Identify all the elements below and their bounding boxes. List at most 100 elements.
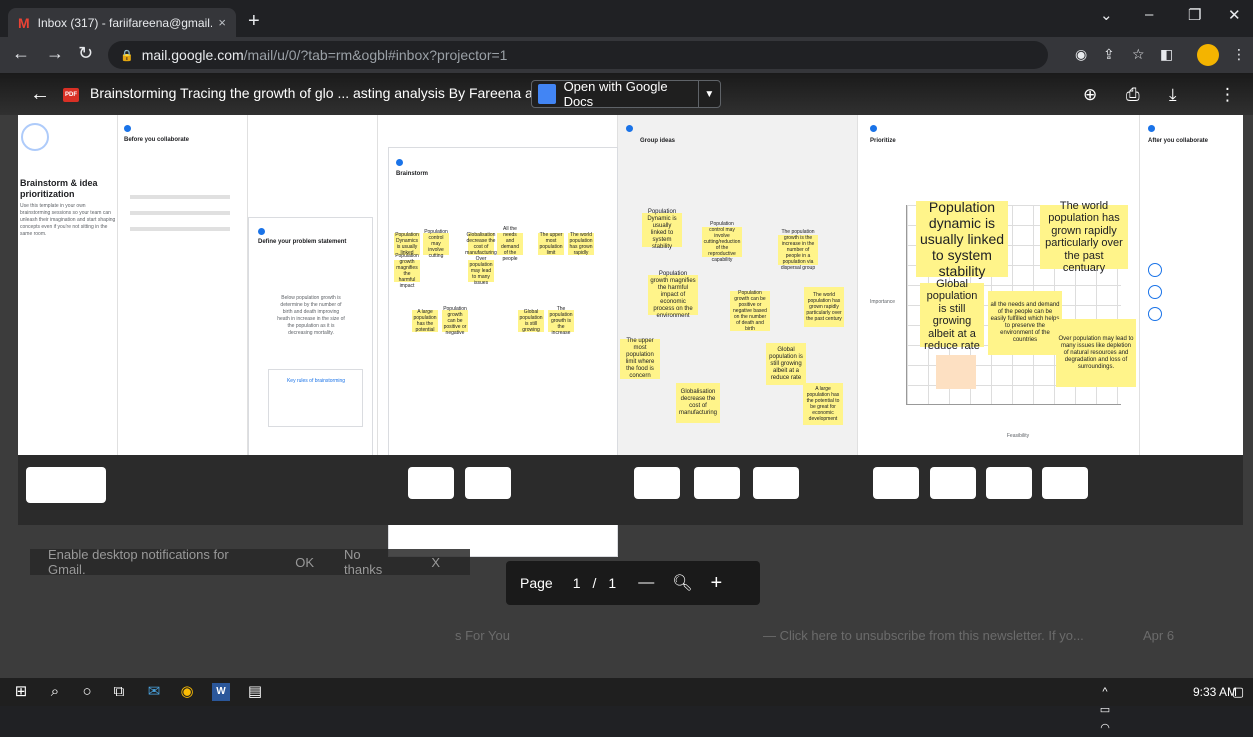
- print-icon[interactable]: ⎙: [1126, 85, 1140, 105]
- mail-icon[interactable]: ✉: [145, 683, 163, 701]
- eye-icon[interactable]: ◉: [1075, 46, 1087, 63]
- sticky-note: Population dynamic is usually linked to …: [916, 199, 1008, 279]
- bookmark-star-icon[interactable]: ☆: [1132, 46, 1145, 63]
- notification-ok-button[interactable]: OK: [295, 555, 314, 570]
- sticky-note: Over population may lead to many issues: [468, 256, 494, 286]
- sticky-note: Population Dynamic is usually linked to …: [642, 209, 682, 250]
- url-path: /mail/u/0/?tab=rm&ogbl#inbox?projector=1: [243, 47, 508, 63]
- notification-center-icon[interactable]: ▢: [1229, 683, 1247, 701]
- chevron-down-icon[interactable]: ▼: [699, 89, 720, 100]
- browser-toolbar: ← → ↻ 🔒 mail.google.com /mail/u/0/?tab=r…: [0, 37, 1253, 73]
- menu-kebab-icon[interactable]: ⋮: [1232, 46, 1246, 63]
- thumbnail: [873, 467, 919, 499]
- cortana-icon[interactable]: ○: [78, 683, 96, 701]
- before-collaborate-title: Before you collaborate: [124, 137, 190, 143]
- back-arrow-icon[interactable]: ←: [12, 43, 30, 64]
- desktop-notification-banner: Enable desktop notifications for Gmail. …: [30, 547, 470, 577]
- page-controls: Page 1 / 1 — 🔍︎ +: [506, 561, 760, 605]
- step-icon: [124, 125, 131, 132]
- task-view-icon[interactable]: ⧉: [110, 683, 128, 701]
- more-options-icon[interactable]: ⋮: [1219, 85, 1236, 105]
- zoom-out-button[interactable]: —: [638, 574, 654, 592]
- viewer-header: ← PDF Brainstorming Tracing the growth o…: [0, 73, 1253, 115]
- profile-avatar[interactable]: [1197, 44, 1219, 66]
- pdf-icon: PDF: [63, 88, 79, 102]
- file-icon[interactable]: ▤: [246, 683, 264, 701]
- current-page[interactable]: 1: [573, 575, 581, 591]
- tab-search-icon[interactable]: ⌄: [1100, 6, 1113, 24]
- importance-axis-label: Importance: [870, 299, 896, 305]
- problem-statement: Below population growth is determine by …: [277, 295, 345, 336]
- thumbnail-strip: [18, 455, 1243, 525]
- share-icon[interactable]: ⇪: [1103, 46, 1115, 63]
- url-host: mail.google.com: [141, 47, 244, 63]
- search-icon[interactable]: ⌕: [46, 683, 64, 701]
- sticky-note: A large population has the potential: [412, 309, 438, 333]
- download-icon[interactable]: ⤓: [1169, 85, 1177, 105]
- minimize-icon[interactable]: –: [1145, 6, 1153, 23]
- close-tab-icon[interactable]: ×: [218, 15, 226, 30]
- notification-close-button[interactable]: X: [431, 555, 440, 570]
- sticky-note: All the needs and demand of the people: [497, 226, 523, 262]
- browser-tab[interactable]: M Inbox (317) - fariifareena@gmail. ×: [8, 8, 236, 37]
- sticky-note: The population growth is the increase: [548, 306, 574, 336]
- forward-arrow-icon[interactable]: →: [46, 43, 64, 64]
- thumbnail: [465, 467, 511, 499]
- system-tray-icons[interactable]: ^ ▭ ◠: [1096, 683, 1114, 734]
- template-icon: [1148, 263, 1162, 277]
- address-bar[interactable]: 🔒 mail.google.com /mail/u/0/?tab=rm&ogbl…: [108, 41, 1048, 69]
- close-window-icon[interactable]: ✕: [1228, 6, 1241, 24]
- group-ideas-panel: Group ideas Population Dynamic is usuall…: [618, 115, 858, 455]
- template-icon: [1148, 285, 1162, 299]
- group-ideas-title: Group ideas: [640, 138, 676, 144]
- sticky-note: all the needs and demand of the people c…: [988, 291, 1062, 355]
- zoom-icon[interactable]: 🔍︎: [672, 573, 692, 593]
- notification-no-thanks-button[interactable]: No thanks: [344, 547, 401, 577]
- step-icon: [1148, 125, 1155, 132]
- tab-title: Inbox (317) - fariifareena@gmail.: [37, 15, 213, 30]
- after-collaborate-title: After you collaborate: [1148, 138, 1209, 144]
- new-tab-button[interactable]: +: [248, 10, 260, 33]
- lock-icon: 🔒: [120, 49, 134, 62]
- before-collaborate-panel: Before you collaborate: [118, 115, 248, 455]
- step-icon: [870, 125, 877, 132]
- page-separator: /: [592, 575, 597, 591]
- windows-taskbar: ⊞ ⌕ ○ ⧉ ✉ ◉ W ▤ ^ ▭ ◠ 9:33 AM ▢: [0, 678, 1253, 734]
- sticky-note: Population growth can be positive or neg…: [730, 290, 770, 332]
- word-icon[interactable]: W: [212, 683, 230, 701]
- prioritize-panel: Prioritize Importance Feasibility Popula…: [858, 115, 1140, 455]
- document-title: Brainstorming Tracing the growth of glo …: [90, 85, 564, 101]
- sticky-note: The world population has grown rapidly: [568, 232, 594, 256]
- thumbnail: [634, 467, 680, 499]
- side-panel-icon[interactable]: ◧: [1160, 46, 1173, 63]
- sticky-note: Global population is still growing albei…: [920, 278, 984, 352]
- template-icon: [1148, 307, 1162, 321]
- problem-statement-panel: Define your problem statement Below popu…: [248, 115, 378, 515]
- open-with-google-docs-button[interactable]: Open with Google Docs ▼: [531, 79, 721, 109]
- thumbnail: [930, 467, 976, 499]
- add-shortcut-icon[interactable]: ⊕: [1083, 85, 1097, 105]
- sticky-note: Population growth can be positive or neg…: [442, 306, 468, 336]
- thumbnail: [753, 467, 799, 499]
- template-title: Brainstorm & idea prioritization: [20, 178, 98, 199]
- thumbnail: [694, 467, 740, 499]
- reload-icon[interactable]: ↻: [78, 43, 93, 64]
- sticky-note: The upper most population limit where th…: [620, 338, 660, 379]
- restore-icon[interactable]: ❐: [1188, 6, 1201, 24]
- after-collaborate-panel: After you collaborate: [1140, 115, 1243, 455]
- sticky-note: Global population is still growing: [518, 309, 544, 333]
- sticky-note: The upper most population limit: [538, 232, 564, 256]
- sticky-note: The world population has grown rapidly p…: [1040, 200, 1128, 274]
- windows-start-icon[interactable]: ⊞: [12, 683, 30, 701]
- rules-title: Key rules of brainstorming: [286, 378, 346, 384]
- pdf-page: Brainstorm & idea prioritization Use thi…: [18, 115, 1243, 557]
- sticky-note: Population growth magnifies the harmful …: [394, 253, 420, 289]
- sticky-note: Globalisation decrease the cost of manuf…: [676, 383, 720, 423]
- chrome-icon[interactable]: ◉: [178, 683, 196, 701]
- sticky-note: Population control may involve cutting: [423, 229, 449, 259]
- notification-text: Enable desktop notifications for Gmail.: [48, 547, 229, 577]
- thumbnail: [408, 467, 454, 499]
- sticky-note: A large population has the potential to …: [803, 383, 843, 425]
- zoom-in-button[interactable]: +: [711, 572, 723, 595]
- back-arrow-icon[interactable]: ←: [30, 83, 50, 106]
